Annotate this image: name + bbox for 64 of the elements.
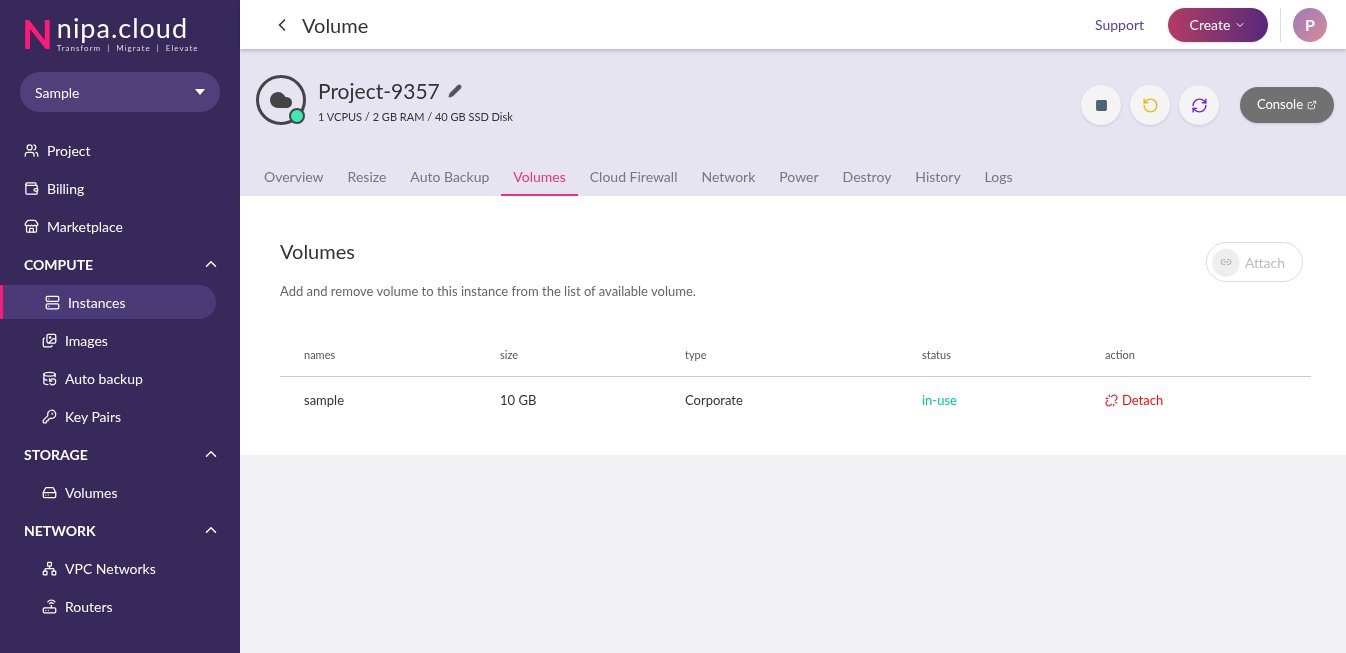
instance-specs: 1 VCPUS / 2 GB RAM / 40 GB SSD Disk: [318, 108, 513, 125]
tab[interactable]: Overview: [252, 158, 336, 196]
images-icon: [42, 332, 57, 348]
column-header: names: [304, 346, 337, 363]
sidebar-item[interactable]: Auto backup: [0, 361, 216, 395]
router-icon: [42, 598, 57, 614]
link-icon: [1220, 256, 1232, 268]
wallet-icon: [24, 180, 39, 196]
tab[interactable]: Power: [767, 158, 831, 196]
dropdown-icon: [195, 89, 205, 95]
tab[interactable]: Logs: [972, 158, 1025, 196]
tab[interactable]: History: [903, 158, 973, 196]
column-header: status: [922, 346, 952, 363]
column-header: type: [685, 346, 708, 363]
stop-icon: [1094, 98, 1108, 112]
drive-icon: [42, 484, 57, 500]
network-icon: [42, 560, 57, 576]
tab[interactable]: Network: [689, 158, 768, 196]
unlink-icon: [1105, 394, 1118, 407]
stop-button[interactable]: [1081, 85, 1121, 125]
table-cell-text: sample: [304, 390, 345, 410]
console-button[interactable]: Console: [1240, 87, 1334, 123]
tab[interactable]: Resize: [335, 158, 399, 196]
backup-icon: [42, 370, 57, 386]
project-select[interactable]: Sample: [20, 72, 220, 112]
column-header: action: [1105, 346, 1136, 363]
refresh-icon: [1190, 96, 1208, 114]
sidebar-item[interactable]: VPC Networks: [0, 551, 216, 585]
status-text: in-use: [922, 391, 957, 408]
section-header[interactable]: NETWORK: [0, 513, 240, 547]
store-icon: [24, 218, 39, 234]
server-icon: [45, 294, 60, 310]
sidebar-item[interactable]: Images: [0, 323, 216, 357]
tab[interactable]: Auto Backup: [398, 158, 502, 196]
users-icon: [24, 142, 39, 158]
sidebar-item[interactable]: Key Pairs: [0, 399, 216, 433]
edit-icon[interactable]: [447, 83, 462, 98]
table-cell-text: Corporate: [685, 390, 744, 410]
sidebar-item[interactable]: Volumes: [0, 475, 216, 509]
logo-mark: N: [22, 14, 53, 54]
tab[interactable]: Cloud Firewall: [577, 158, 690, 196]
sidebar-item[interactable]: Routers: [0, 589, 216, 623]
section-header[interactable]: COMPUTE: [0, 247, 240, 281]
restart-button[interactable]: [1130, 85, 1170, 125]
sidebar-item[interactable]: Project: [0, 133, 216, 167]
key-icon: [42, 408, 57, 424]
rotate-icon: [1141, 96, 1159, 114]
create-button[interactable]: Create: [1168, 7, 1268, 42]
page-title: Volume: [302, 11, 369, 39]
external-link-icon: [1307, 100, 1318, 110]
tab[interactable]: Destroy: [830, 158, 904, 196]
section-header[interactable]: STORAGE: [0, 437, 240, 471]
section-description: Add and remove volume to this instance from the list of available volume.: [280, 282, 696, 301]
sidebar-item[interactable]: Billing: [0, 171, 216, 205]
instance-name: Project-9357: [318, 77, 440, 105]
sidebar-item[interactable]: Marketplace: [0, 209, 216, 243]
section-title: Volumes: [280, 238, 356, 265]
refresh-button[interactable]: [1179, 85, 1219, 125]
logo-tagline: Transform | Migrate | Elevate: [56, 43, 199, 54]
support-link[interactable]: Support: [1095, 14, 1144, 35]
detach-link[interactable]: Detach: [1105, 390, 1164, 411]
sidebar-item[interactable]: Instances: [0, 285, 216, 319]
column-header: size: [500, 346, 520, 363]
table-cell-text: 10 GB: [500, 390, 538, 410]
